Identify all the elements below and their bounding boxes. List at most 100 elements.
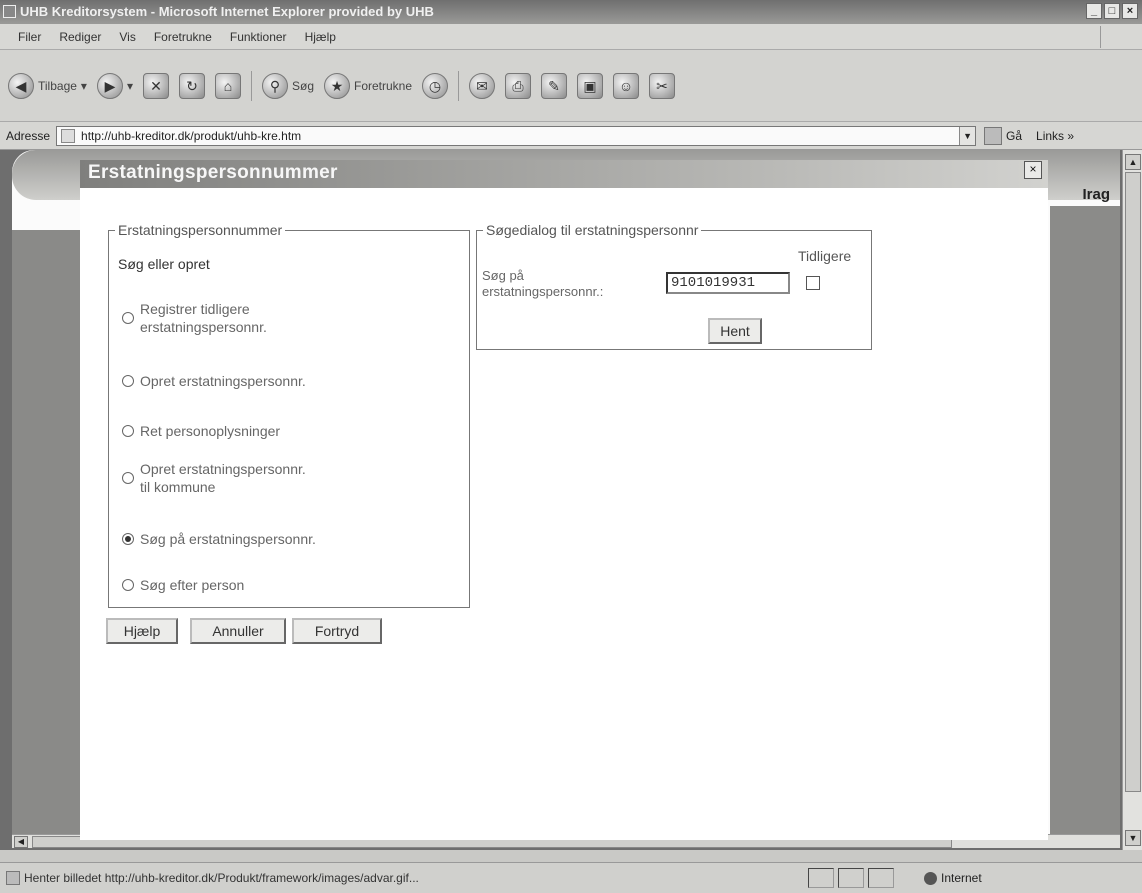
vertical-scrollbar[interactable]: ▲ ▼ [1122, 150, 1142, 850]
scroll-down-icon[interactable]: ▼ [1125, 830, 1141, 846]
help-button[interactable]: Hjælp [106, 618, 178, 644]
search-button[interactable]: ⚲ Søg [261, 72, 314, 99]
dialog-close-button[interactable]: × [1024, 161, 1042, 179]
menu-edit[interactable]: Rediger [59, 30, 101, 49]
menu-tools[interactable]: Funktioner [230, 30, 287, 49]
radio-button[interactable] [122, 472, 134, 484]
replacement-cpr-dialog: Erstatningspersonnummer × Erstatningsper… [80, 160, 1048, 840]
status-pane [868, 868, 894, 888]
option-create-municipality[interactable]: Opret erstatningspersonnr. til kommune [122, 460, 306, 496]
window-titlebar: UHB Kreditorsystem - Microsoft Internet … [0, 0, 1142, 24]
status-bar: Henter billedet http://uhb-kreditor.dk/P… [0, 862, 1142, 893]
radio-button[interactable] [122, 312, 134, 324]
maximize-button[interactable]: □ [1104, 3, 1120, 19]
page-icon [61, 128, 76, 143]
history-icon[interactable]: ◷ [422, 72, 449, 99]
go-label: Gå [1006, 128, 1023, 143]
replacement-cpr-input[interactable]: 9101019931 [666, 272, 790, 294]
back-label: Tilbage [38, 78, 77, 93]
status-text: Henter billedet http://uhb-kreditor.dk/P… [24, 871, 419, 885]
option-label: Ret personoplysninger [140, 423, 281, 439]
radio-button[interactable] [122, 425, 134, 437]
previous-label: Tidligere [798, 248, 852, 264]
address-dropdown-icon[interactable]: ▼ [959, 126, 976, 145]
forward-button[interactable]: ▶ ▾ [96, 72, 133, 99]
edit-icon[interactable]: ✎ [541, 72, 568, 99]
window-controls: _ □ × [1086, 3, 1138, 19]
menu-view[interactable]: Vis [119, 30, 135, 49]
back-button[interactable]: ◀ Tilbage ▾ [8, 72, 87, 99]
messenger-icon[interactable]: ☺ [613, 72, 640, 99]
address-bar: Adresse http://uhb-kreditor.dk/produkt/u… [0, 122, 1142, 150]
option-edit-person[interactable]: Ret personoplysninger [122, 422, 280, 440]
refresh-icon[interactable]: ↻ [178, 72, 205, 99]
toolbar-separator [458, 70, 460, 101]
scroll-thumb[interactable] [1125, 172, 1141, 792]
option-label: Opret erstatningspersonnr. [140, 373, 306, 389]
option-label: erstatningspersonnr. [140, 319, 267, 335]
scroll-left-icon[interactable]: ◀ [14, 836, 28, 848]
search-label: Søg [291, 78, 314, 93]
menu-help[interactable]: Hjælp [305, 30, 336, 49]
cancel-button[interactable]: Annuller [190, 618, 286, 644]
fetch-button[interactable]: Hent [708, 318, 762, 344]
radio-button[interactable] [122, 375, 134, 387]
option-search-person[interactable]: Søg efter person [122, 576, 244, 594]
home-icon[interactable]: ⌂ [214, 72, 241, 99]
action-group: Erstatningspersonnummer [108, 222, 470, 608]
status-pane [808, 868, 834, 888]
links-button[interactable]: Links » [1036, 129, 1074, 143]
discuss-icon[interactable]: ▣ [577, 72, 604, 99]
back-arrow-icon: ◀ [8, 72, 34, 99]
search-icon: ⚲ [261, 72, 288, 99]
go-button[interactable]: Gå [984, 126, 1023, 145]
option-label: Opret erstatningspersonnr. [140, 461, 306, 477]
option-create[interactable]: Opret erstatningspersonnr. [122, 372, 306, 390]
search-field-label-line: erstatningspersonnr.: [482, 284, 604, 299]
action-group-subtitle: Søg eller opret [118, 256, 210, 272]
option-label: til kommune [140, 479, 216, 495]
menu-favorites[interactable]: Foretrukne [154, 30, 212, 49]
favorites-button[interactable]: ★ Foretrukne [324, 72, 413, 99]
menu-bar: Filer Rediger Vis Foretrukne Funktioner … [0, 24, 1142, 50]
print-icon[interactable]: ⎙ [505, 72, 532, 99]
security-zone: Internet [924, 871, 982, 885]
dialog-title: Erstatningspersonnummer [80, 160, 1048, 188]
search-field-label-line: Søg på [482, 268, 524, 283]
radio-button[interactable] [122, 579, 134, 591]
go-arrow-icon [984, 126, 1003, 145]
option-label: Søg på erstatningspersonnr. [140, 531, 316, 547]
option-label: Registrer tidligere [140, 301, 250, 317]
toolbar: ◀ Tilbage ▾ ▶ ▾ ✕ ↻ ⌂ ⚲ Søg ★ Foretrukne… [0, 50, 1142, 122]
undo-button[interactable]: Fortryd [292, 618, 382, 644]
option-search-replacement[interactable]: Søg på erstatningspersonnr. [122, 530, 316, 548]
page-brand-text: Irag [1082, 186, 1110, 203]
scroll-up-icon[interactable]: ▲ [1125, 154, 1141, 170]
forward-arrow-icon: ▶ [96, 72, 123, 99]
loading-page-icon [6, 871, 20, 885]
page-left-strip [12, 230, 80, 845]
radio-button-selected[interactable] [122, 533, 134, 545]
ie-icon [3, 5, 16, 18]
action-group-legend: Erstatningspersonnummer [118, 222, 283, 238]
address-input[interactable]: http://uhb-kreditor.dk/produkt/uhb-kre.h… [56, 125, 977, 146]
favorites-label: Foretrukne [354, 78, 413, 93]
globe-icon [924, 871, 937, 885]
menu-file[interactable]: Filer [18, 30, 41, 49]
stop-icon[interactable]: ✕ [142, 72, 169, 99]
window-title: UHB Kreditorsystem - Microsoft Internet … [20, 4, 434, 19]
mail-icon[interactable]: ✉ [469, 72, 496, 99]
address-label: Adresse [6, 128, 51, 143]
option-label: Søg efter person [140, 577, 245, 593]
status-pane [838, 868, 864, 888]
option-register-previous[interactable]: Registrer tidligere erstatningspersonnr. [122, 300, 267, 336]
search-group-legend: Søgedialog til erstatningspersonnr [486, 222, 699, 238]
toolbar-separator [250, 70, 252, 101]
minimize-button[interactable]: _ [1086, 3, 1102, 19]
zone-label: Internet [941, 871, 982, 885]
research-icon[interactable]: ✂ [649, 72, 676, 99]
previous-checkbox[interactable] [806, 276, 820, 290]
star-icon: ★ [324, 72, 350, 99]
close-window-button[interactable]: × [1122, 3, 1138, 19]
search-field-label: Søg på erstatningspersonnr.: [482, 268, 662, 300]
